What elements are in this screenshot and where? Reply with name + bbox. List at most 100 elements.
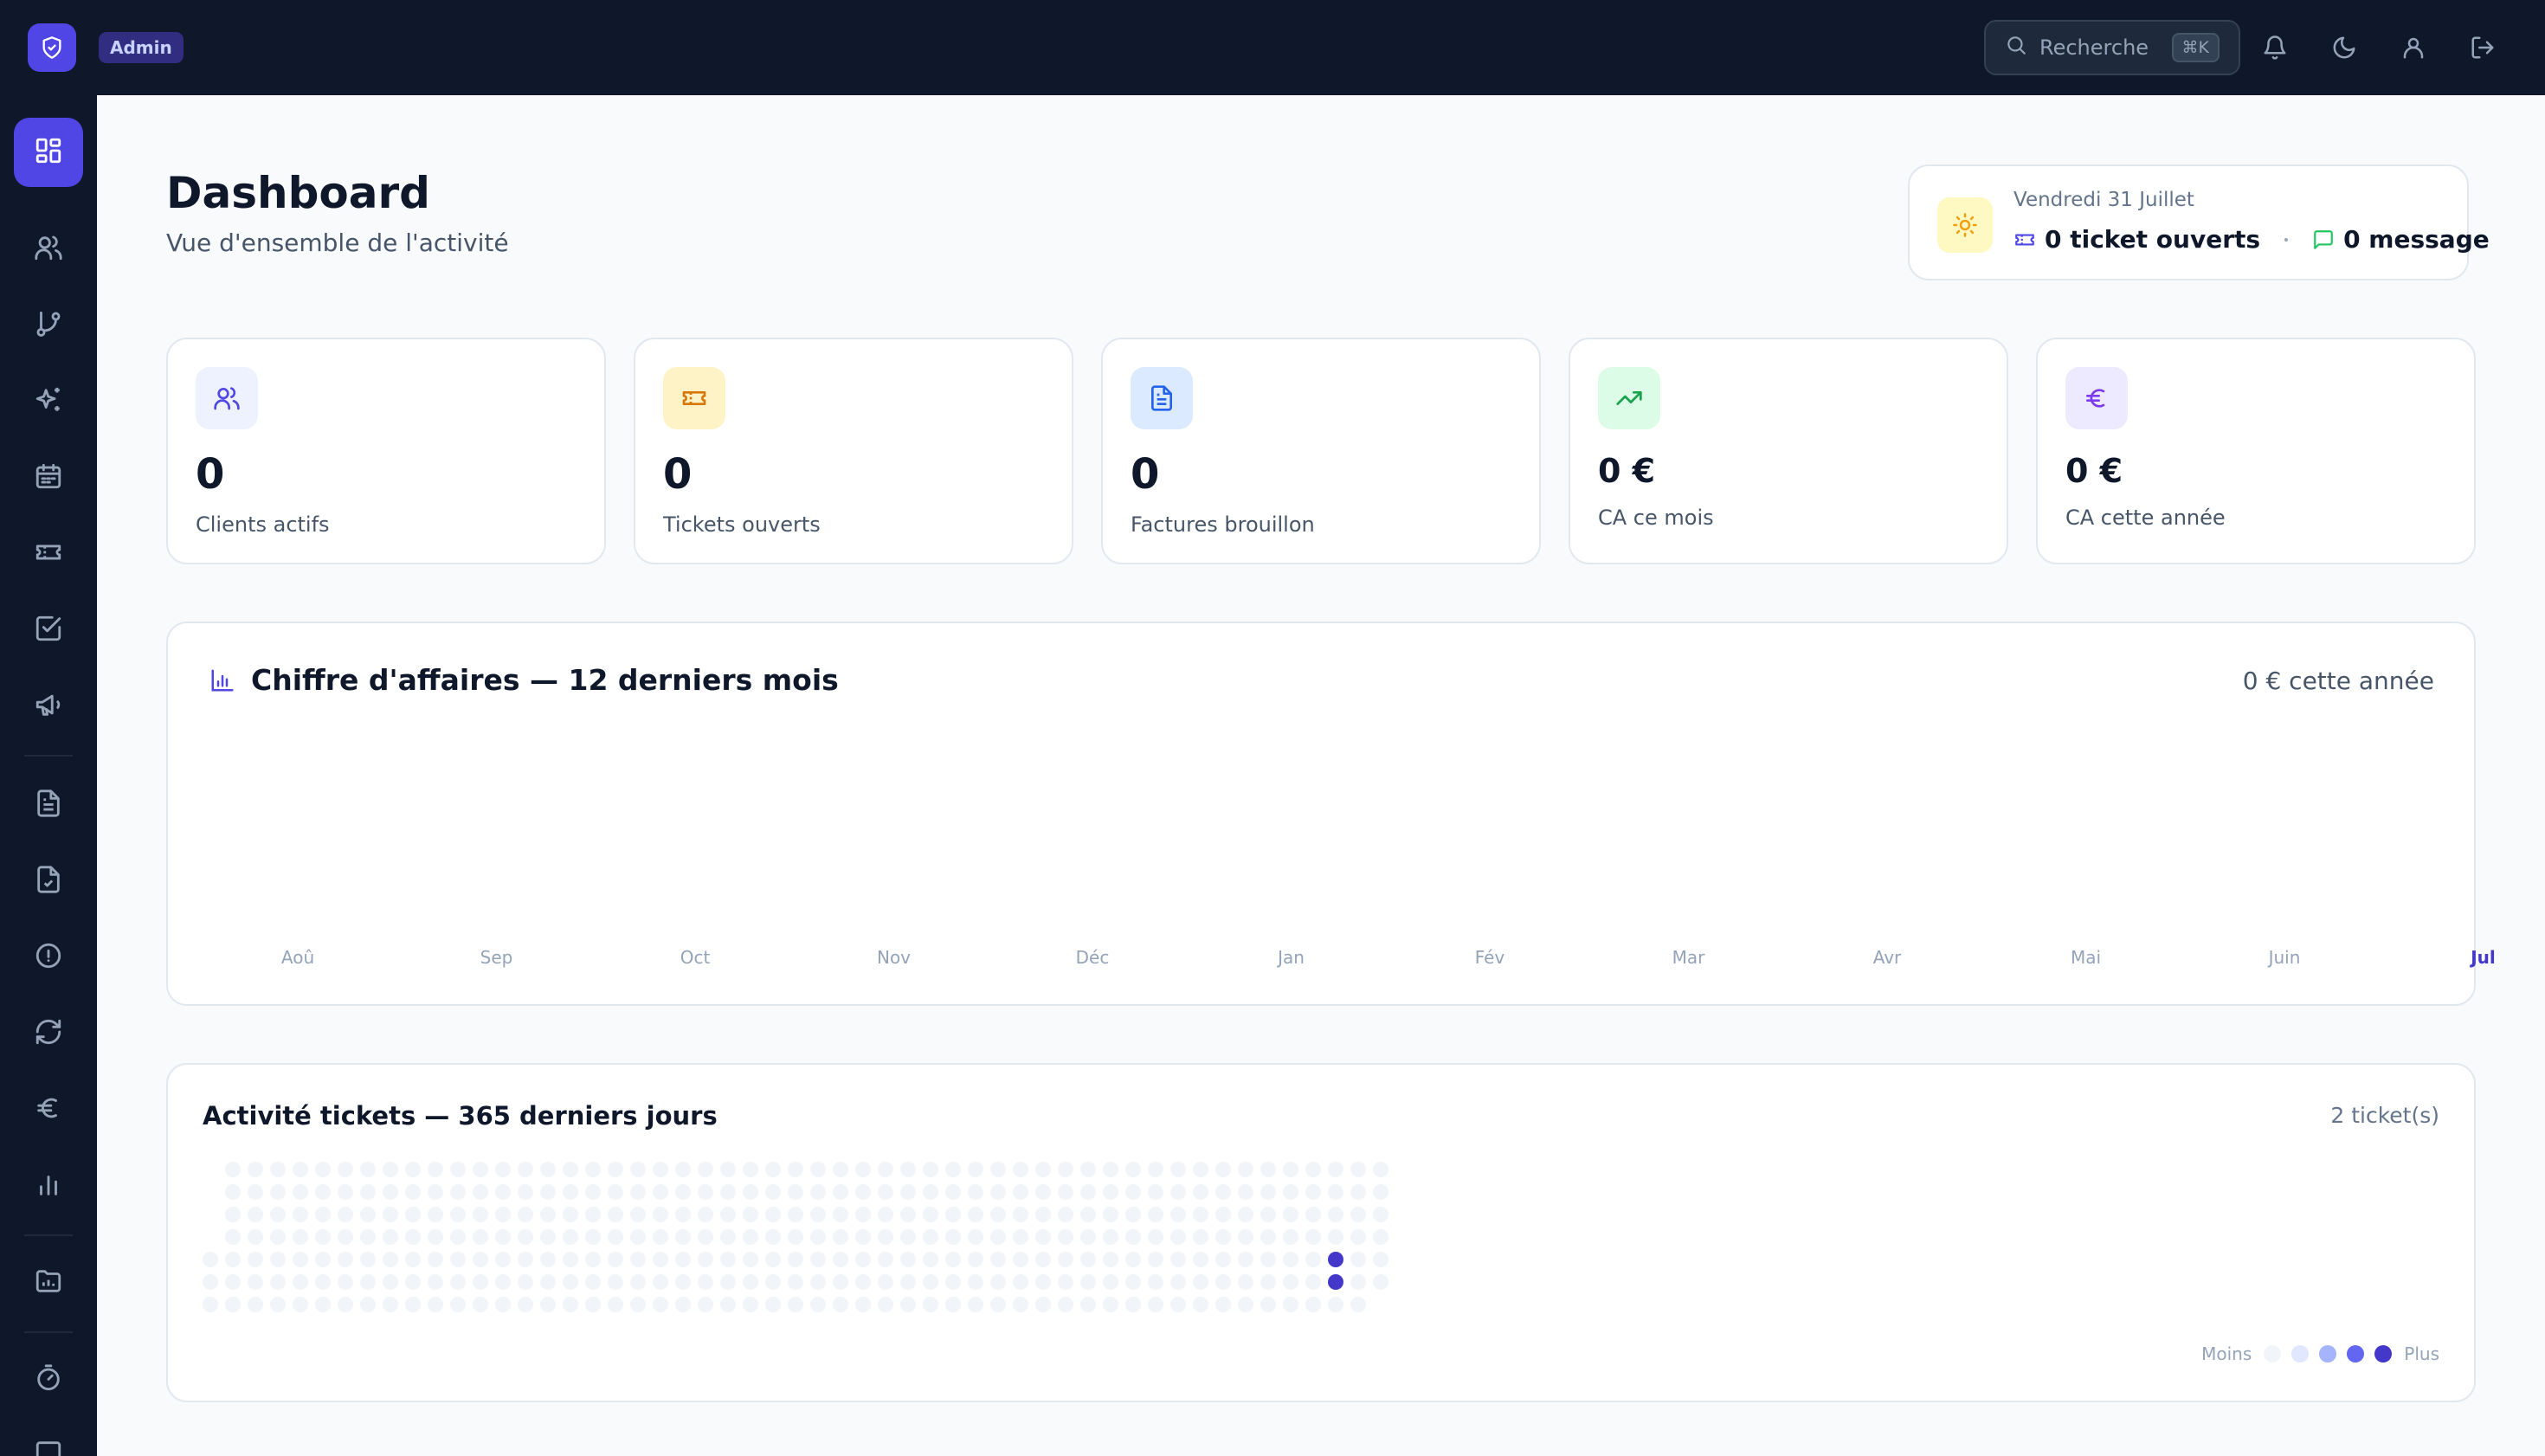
heatmap-cell[interactable] [1035, 1252, 1051, 1267]
heatmap-cell[interactable] [1148, 1274, 1163, 1290]
heatmap-cell[interactable] [1350, 1207, 1366, 1222]
heatmap-cell[interactable] [788, 1184, 803, 1200]
heatmap-cell[interactable] [518, 1229, 533, 1245]
heatmap-cell[interactable] [428, 1274, 443, 1290]
heatmap-cell[interactable] [720, 1207, 736, 1222]
heatmap-cell[interactable] [428, 1207, 443, 1222]
sidebar-item-ai[interactable] [14, 367, 83, 436]
heatmap-cell[interactable] [945, 1252, 961, 1267]
heatmap-cell[interactable] [810, 1184, 826, 1200]
heatmap-cell[interactable] [1283, 1252, 1298, 1267]
heatmap-cell[interactable] [405, 1162, 421, 1177]
heatmap-cell[interactable] [405, 1297, 421, 1312]
heatmap-cell[interactable] [338, 1207, 353, 1222]
heatmap-cell[interactable] [428, 1184, 443, 1200]
heatmap-cell[interactable] [1373, 1162, 1388, 1177]
heatmap-cell[interactable] [540, 1207, 556, 1222]
heatmap-cell[interactable] [1260, 1297, 1276, 1312]
heatmap-cell[interactable] [1215, 1297, 1231, 1312]
heatmap-cell[interactable] [495, 1274, 511, 1290]
heatmap-cell[interactable] [1238, 1252, 1253, 1267]
heatmap-cell[interactable] [473, 1274, 488, 1290]
heatmap-cell[interactable] [1283, 1184, 1298, 1200]
heatmap-cell[interactable] [270, 1297, 286, 1312]
heatmap-cell[interactable] [1373, 1274, 1388, 1290]
heatmap-cell[interactable] [1260, 1184, 1276, 1200]
heatmap-cell[interactable] [360, 1184, 376, 1200]
heatmap-cell[interactable] [450, 1229, 466, 1245]
heatmap-cell[interactable] [1350, 1252, 1366, 1267]
heatmap-cell[interactable] [383, 1162, 398, 1177]
heatmap-cell[interactable] [473, 1229, 488, 1245]
heatmap-cell[interactable] [360, 1229, 376, 1245]
heatmap-cell[interactable] [923, 1297, 938, 1312]
heatmap-cell[interactable] [473, 1207, 488, 1222]
heatmap-cell[interactable] [1350, 1184, 1366, 1200]
heatmap-cell[interactable] [1125, 1207, 1141, 1222]
heatmap-cell[interactable] [495, 1297, 511, 1312]
heatmap-cell[interactable] [923, 1274, 938, 1290]
heatmap-cell[interactable] [743, 1229, 758, 1245]
heatmap-cell[interactable] [585, 1184, 601, 1200]
heatmap-cell[interactable] [450, 1297, 466, 1312]
heatmap-cell[interactable] [225, 1229, 241, 1245]
heatmap-cell[interactable] [945, 1162, 961, 1177]
bell-icon[interactable] [2240, 20, 2310, 75]
heatmap-cell[interactable] [1305, 1162, 1321, 1177]
heatmap-cell[interactable] [833, 1274, 848, 1290]
heatmap-cell[interactable] [1035, 1274, 1051, 1290]
heatmap-cell[interactable] [1350, 1297, 1366, 1312]
user-icon[interactable] [2379, 20, 2448, 75]
heatmap-cell[interactable] [473, 1162, 488, 1177]
heatmap-cell[interactable] [1148, 1207, 1163, 1222]
heatmap-cell[interactable] [878, 1252, 893, 1267]
heatmap-cell[interactable] [653, 1229, 668, 1245]
heatmap-cell[interactable] [855, 1184, 871, 1200]
heatmap-cell[interactable] [383, 1207, 398, 1222]
heatmap-cell[interactable] [788, 1207, 803, 1222]
heatmap-cell[interactable] [338, 1274, 353, 1290]
heatmap-cell[interactable] [1125, 1184, 1141, 1200]
heatmap-cell[interactable] [1328, 1252, 1343, 1267]
heatmap-cell[interactable] [653, 1184, 668, 1200]
heatmap-cell[interactable] [945, 1184, 961, 1200]
heatmap-cell[interactable] [810, 1297, 826, 1312]
heatmap-cell[interactable] [518, 1184, 533, 1200]
heatmap-cell[interactable] [608, 1274, 623, 1290]
heatmap-cell[interactable] [1013, 1162, 1028, 1177]
sidebar-item-invoices[interactable] [14, 770, 83, 840]
heatmap-cell[interactable] [720, 1229, 736, 1245]
heatmap-cell[interactable] [1283, 1162, 1298, 1177]
heatmap-cell[interactable] [900, 1229, 916, 1245]
heatmap-cell[interactable] [1305, 1297, 1321, 1312]
heatmap-cell[interactable] [495, 1229, 511, 1245]
heatmap-cell[interactable] [1148, 1297, 1163, 1312]
heatmap-cell[interactable] [428, 1252, 443, 1267]
heatmap-cell[interactable] [540, 1184, 556, 1200]
heatmap-cell[interactable] [1035, 1184, 1051, 1200]
heatmap-cell[interactable] [248, 1297, 263, 1312]
heatmap-cell[interactable] [765, 1274, 781, 1290]
heatmap-cell[interactable] [743, 1184, 758, 1200]
heatmap-cell[interactable] [900, 1274, 916, 1290]
heatmap-cell[interactable] [293, 1229, 308, 1245]
heatmap-cell[interactable] [1328, 1207, 1343, 1222]
heatmap-cell[interactable] [450, 1274, 466, 1290]
sidebar-item-time-tracking[interactable] [14, 1345, 83, 1414]
heatmap-cell[interactable] [495, 1252, 511, 1267]
heatmap-cell[interactable] [1035, 1162, 1051, 1177]
heatmap-cell[interactable] [383, 1274, 398, 1290]
heatmap-cell[interactable] [630, 1184, 646, 1200]
sidebar-item-tickets[interactable] [14, 519, 83, 589]
heatmap-cell[interactable] [1058, 1184, 1073, 1200]
heatmap-cell[interactable] [293, 1162, 308, 1177]
heatmap-cell[interactable] [1283, 1297, 1298, 1312]
logout-icon[interactable] [2448, 20, 2517, 75]
stat-card-tickets[interactable]: 0 Tickets ouverts [634, 338, 1073, 564]
heatmap-cell[interactable] [810, 1274, 826, 1290]
heatmap-cell[interactable] [518, 1252, 533, 1267]
heatmap-cell[interactable] [563, 1274, 578, 1290]
heatmap-cell[interactable] [1373, 1184, 1388, 1200]
heatmap-cell[interactable] [990, 1274, 1006, 1290]
heatmap-cell[interactable] [878, 1184, 893, 1200]
